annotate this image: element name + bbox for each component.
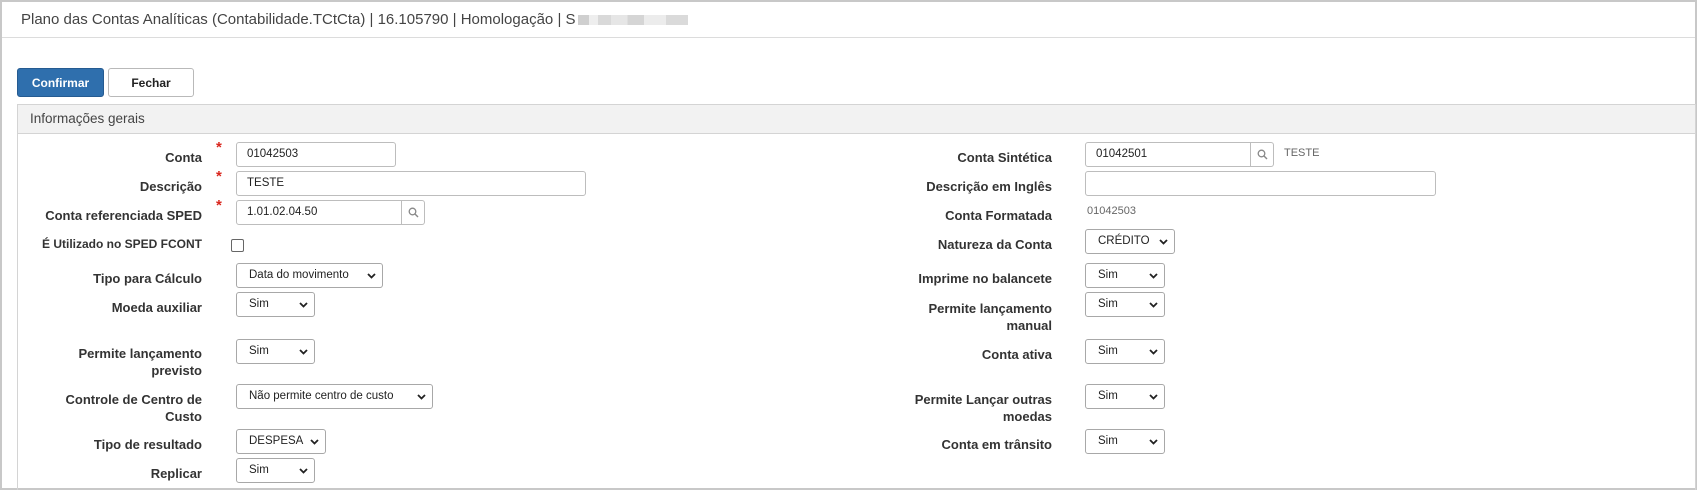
sped-input[interactable]: 1.01.02.04.50: [236, 200, 402, 225]
label-line: Permite lançamento: [78, 346, 202, 361]
conta-input[interactable]: 01042503: [236, 142, 396, 167]
chevron-down-icon: [299, 468, 308, 474]
fcont-label: É Utilizado no SPED FCONT: [41, 237, 202, 251]
tipo-calculo-value: Data do movimento: [249, 269, 349, 281]
conta-formatada-value: 01042503: [1087, 205, 1136, 217]
redacted-text: [577, 15, 688, 26]
required-mark: *: [216, 139, 222, 156]
confirm-button[interactable]: Confirmar: [17, 68, 104, 97]
conta-ativa-label: Conta ativa: [981, 347, 1052, 362]
descricao-ingles-label: Descrição em Inglês: [926, 179, 1052, 194]
chevron-down-icon: [1149, 273, 1158, 279]
chevron-down-icon: [299, 349, 308, 355]
conta-sintetica-label: Conta Sintética: [957, 150, 1052, 165]
conta-ativa-value: Sim: [1098, 345, 1118, 357]
chevron-down-icon: [1149, 302, 1158, 308]
conta-sintetica-lookup-button[interactable]: [1251, 142, 1274, 167]
outras-moedas-value: Sim: [1098, 390, 1118, 402]
moeda-auxiliar-label: Moeda auxiliar: [111, 300, 202, 315]
chevron-down-icon: [299, 302, 308, 308]
conta-transito-value: Sim: [1098, 435, 1118, 447]
label-line: manual: [1006, 318, 1052, 333]
centro-custo-label: Controle de Centro de Custo: [22, 391, 202, 425]
outras-moedas-select[interactable]: Sim: [1085, 384, 1165, 409]
conta-sintetica-input[interactable]: 01042501: [1085, 142, 1251, 167]
chevron-down-icon: [417, 394, 426, 400]
tipo-resultado-label: Tipo de resultado: [93, 437, 202, 452]
sped-label: Conta referenciada SPED: [45, 208, 202, 223]
lancamento-manual-value: Sim: [1098, 298, 1118, 310]
label-line: Permite lançamento: [928, 301, 1052, 316]
centro-custo-select[interactable]: Não permite centro de custo: [236, 384, 433, 409]
lancamento-manual-select[interactable]: Sim: [1085, 292, 1165, 317]
chevron-down-icon: [367, 273, 376, 279]
lancamento-previsto-select[interactable]: Sim: [236, 339, 315, 364]
descricao-input[interactable]: TESTE: [236, 171, 586, 196]
replicar-label: Replicar: [150, 466, 202, 481]
window-frame: Plano das Contas Analíticas (Contabilida…: [0, 0, 1697, 490]
imprime-balancete-value: Sim: [1098, 269, 1118, 281]
lancamento-manual-label: Permite lançamento manual: [822, 300, 1052, 334]
tipo-resultado-value: DESPESA: [249, 435, 304, 447]
conta-formatada-label: Conta Formatada: [945, 208, 1052, 223]
label-line: Custo: [165, 409, 202, 424]
conta-sintetica-description: TESTE: [1284, 147, 1320, 159]
conta-label: Conta: [165, 150, 202, 165]
tipo-calculo-label: Tipo para Cálculo: [93, 271, 202, 286]
sped-lookup-button[interactable]: [402, 200, 425, 225]
imprime-balancete-select[interactable]: Sim: [1085, 263, 1165, 288]
descricao-ingles-input[interactable]: [1085, 171, 1436, 196]
tipo-calculo-select[interactable]: Data do movimento: [236, 263, 383, 288]
conta-ativa-select[interactable]: Sim: [1085, 339, 1165, 364]
required-mark: *: [216, 168, 222, 185]
natureza-value: CRÉDITO: [1098, 235, 1150, 247]
moeda-auxiliar-value: Sim: [249, 298, 269, 310]
conta-transito-label: Conta em trânsito: [941, 437, 1052, 452]
fcont-checkbox[interactable]: [231, 239, 244, 252]
chevron-down-icon: [1149, 394, 1158, 400]
natureza-select[interactable]: CRÉDITO: [1085, 229, 1175, 254]
lancamento-previsto-value: Sim: [249, 345, 269, 357]
label-line: moedas: [1002, 409, 1052, 424]
natureza-label: Natureza da Conta: [937, 237, 1052, 252]
label-line: Permite Lançar outras: [914, 392, 1052, 407]
outras-moedas-label: Permite Lançar outras moedas: [822, 391, 1052, 425]
imprime-balancete-label: Imprime no balancete: [918, 271, 1052, 286]
window-title: Plano das Contas Analíticas (Contabilida…: [21, 11, 576, 28]
chevron-down-icon: [1149, 439, 1158, 445]
conta-transito-select[interactable]: Sim: [1085, 429, 1165, 454]
chevron-down-icon: [1149, 349, 1158, 355]
moeda-auxiliar-select[interactable]: Sim: [236, 292, 315, 317]
lancamento-previsto-label: Permite lançamento previsto: [22, 345, 202, 379]
window-title-bar: Plano das Contas Analíticas (Contabilida…: [2, 2, 1695, 38]
search-icon: [408, 207, 418, 218]
label-line: previsto: [151, 363, 202, 378]
replicar-select[interactable]: Sim: [236, 458, 315, 483]
label-line: Controle de Centro de: [65, 392, 202, 407]
centro-custo-value: Não permite centro de custo: [249, 390, 394, 402]
close-button[interactable]: Fechar: [108, 68, 194, 97]
chevron-down-icon: [1159, 239, 1168, 245]
tipo-resultado-select[interactable]: DESPESA: [236, 429, 326, 454]
required-mark: *: [216, 197, 222, 214]
search-icon: [1257, 149, 1267, 160]
descricao-label: Descrição: [139, 179, 202, 194]
replicar-value: Sim: [249, 464, 269, 476]
chevron-down-icon: [310, 439, 319, 445]
section-title: Informações gerais: [18, 105, 1695, 134]
